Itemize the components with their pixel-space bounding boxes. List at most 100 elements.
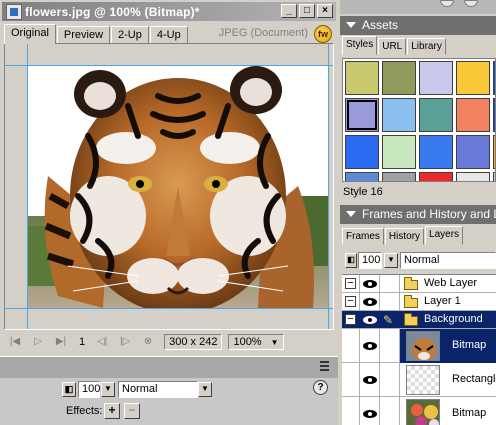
- first-frame-icon[interactable]: |◀: [8, 335, 22, 349]
- style-swatch[interactable]: [382, 61, 416, 95]
- layer-opacity-field[interactable]: 100: [358, 252, 382, 269]
- guide-line: [328, 44, 329, 329]
- folder-icon: [404, 295, 418, 308]
- tab-frames[interactable]: Frames: [342, 228, 384, 245]
- tab-layers[interactable]: Layers: [425, 226, 464, 245]
- style-swatch[interactable]: [345, 172, 379, 181]
- previous-frame-icon[interactable]: ◁|: [95, 335, 109, 349]
- styles-grid: [342, 58, 496, 182]
- style-swatch[interactable]: [456, 61, 490, 95]
- expand-icon[interactable]: −: [345, 278, 356, 289]
- expand-icon[interactable]: −: [345, 296, 356, 307]
- bitmap-thumbnail: [406, 331, 440, 361]
- pencil-icon[interactable]: ✎: [383, 313, 393, 327]
- layer-blend-mode-select[interactable]: Normal: [400, 252, 496, 269]
- collapse-triangle-icon[interactable]: [346, 211, 356, 217]
- tab-url[interactable]: URL: [378, 38, 407, 55]
- tab-original[interactable]: Original: [4, 24, 56, 44]
- tab-4-up[interactable]: 4-Up: [149, 26, 188, 44]
- style-swatch[interactable]: [382, 98, 416, 132]
- rectangle-thumbnail: [406, 365, 440, 395]
- collapse-triangle-icon[interactable]: [346, 22, 356, 28]
- document-dimensions[interactable]: 300 x 242: [164, 334, 223, 350]
- layer-name: Bitmap: [452, 339, 487, 351]
- opacity-icon: ◧: [345, 253, 357, 268]
- layer-name: Rectangle: [452, 373, 496, 385]
- opacity-field[interactable]: 100: [78, 381, 100, 398]
- eye-icon[interactable]: [363, 409, 379, 419]
- help-icon[interactable]: ?: [313, 380, 328, 395]
- folder-icon: [404, 277, 418, 290]
- frame-number: 1: [79, 336, 86, 348]
- style-swatch[interactable]: [419, 98, 453, 132]
- blend-mode-dropdown-arrow[interactable]: ▼: [198, 382, 212, 397]
- canvas-frame: [4, 43, 334, 330]
- layer-name: Background: [424, 313, 483, 325]
- style-swatch[interactable]: [419, 135, 453, 169]
- stop-icon[interactable]: ⊗: [141, 335, 155, 349]
- layer-row-bitmap[interactable]: Bitmap: [342, 329, 496, 363]
- minimize-button[interactable]: _: [281, 4, 297, 18]
- layer-row-background[interactable]: − ✎ Background: [342, 311, 496, 329]
- layer-row-web-layer[interactable]: − Web Layer: [342, 275, 496, 293]
- eye-icon[interactable]: [363, 315, 379, 325]
- document-status-bar: |◀ ▷ ▶| 1 ◁| |▷ ⊗ 300 x 242 100% ▼: [4, 332, 334, 352]
- layer-opacity-dropdown-arrow[interactable]: ▼: [384, 253, 398, 268]
- blend-mode-select[interactable]: Normal: [118, 381, 198, 398]
- style-swatch[interactable]: [382, 172, 416, 181]
- tab-2-up[interactable]: 2-Up: [111, 26, 149, 44]
- frames-history-layers-title: Frames and History and Layers: [362, 207, 496, 221]
- style-swatch[interactable]: [419, 172, 453, 181]
- assets-tabs: Styles URL Library: [342, 36, 447, 55]
- fireworks-logo-icon: fw: [314, 25, 332, 43]
- panel-dock: Assets Styles URL Library Style 16 Frame…: [338, 0, 496, 425]
- maximize-button[interactable]: □: [299, 4, 315, 18]
- style-swatch[interactable]: [419, 61, 453, 95]
- folder-icon: [404, 313, 418, 326]
- expand-icon[interactable]: −: [345, 314, 356, 325]
- opacity-dropdown-arrow[interactable]: ▼: [101, 382, 115, 397]
- layer-row-bitmap-flowers[interactable]: Bitmap: [342, 397, 496, 425]
- remove-effect-button[interactable]: −: [124, 403, 140, 419]
- play-icon[interactable]: ▷: [31, 335, 45, 349]
- canvas[interactable]: [5, 44, 333, 329]
- last-frame-icon[interactable]: ▶|: [54, 335, 68, 349]
- tiger-bitmap: [28, 66, 328, 308]
- close-button[interactable]: ×: [317, 4, 333, 18]
- eye-icon[interactable]: [363, 297, 379, 307]
- document-titlebar[interactable]: flowers.jpg @ 100% (Bitmap)* _ □ ×: [2, 2, 336, 21]
- tiger-image[interactable]: [28, 66, 328, 308]
- properties-header: [0, 356, 338, 378]
- eye-icon[interactable]: [363, 375, 379, 385]
- panel-options-menu-icon[interactable]: [320, 361, 332, 373]
- document-icon: [6, 3, 22, 20]
- properties-panel: ◧ 100 ▼ Normal ▼ ? Effects: + −: [0, 356, 338, 425]
- tab-history[interactable]: History: [384, 228, 425, 245]
- document-format-info: JPEG (Document): [218, 27, 308, 39]
- tab-library[interactable]: Library: [407, 38, 446, 55]
- tab-styles[interactable]: Styles: [342, 36, 378, 55]
- view-tabs: Original Preview 2-Up 4-Up: [4, 24, 189, 44]
- flowers-thumbnail: [406, 399, 440, 425]
- assets-panel-header[interactable]: Assets: [340, 16, 496, 35]
- layer-row-rectangle[interactable]: Rectangle: [342, 363, 496, 397]
- frames-history-layers-panel-header[interactable]: Frames and History and Layers: [340, 205, 496, 224]
- style-swatch[interactable]: [345, 98, 379, 132]
- add-effect-button[interactable]: +: [104, 403, 120, 419]
- layers-panel-tabs: Frames History Layers: [342, 226, 464, 245]
- style-swatch[interactable]: [456, 135, 490, 169]
- style-swatch[interactable]: [345, 135, 379, 169]
- chevron-down-icon: ▼: [270, 338, 279, 347]
- eye-icon[interactable]: [363, 279, 379, 289]
- style-swatch[interactable]: [345, 61, 379, 95]
- assets-title: Assets: [362, 18, 399, 32]
- style-swatch[interactable]: [456, 172, 490, 181]
- layer-row-layer-1[interactable]: − Layer 1: [342, 293, 496, 311]
- zoom-level[interactable]: 100% ▼: [228, 334, 284, 350]
- tab-preview[interactable]: Preview: [56, 26, 111, 44]
- style-swatch[interactable]: [456, 98, 490, 132]
- eye-icon[interactable]: [363, 341, 379, 351]
- guide-line: [5, 308, 333, 309]
- next-frame-icon[interactable]: |▷: [118, 335, 132, 349]
- style-swatch[interactable]: [382, 135, 416, 169]
